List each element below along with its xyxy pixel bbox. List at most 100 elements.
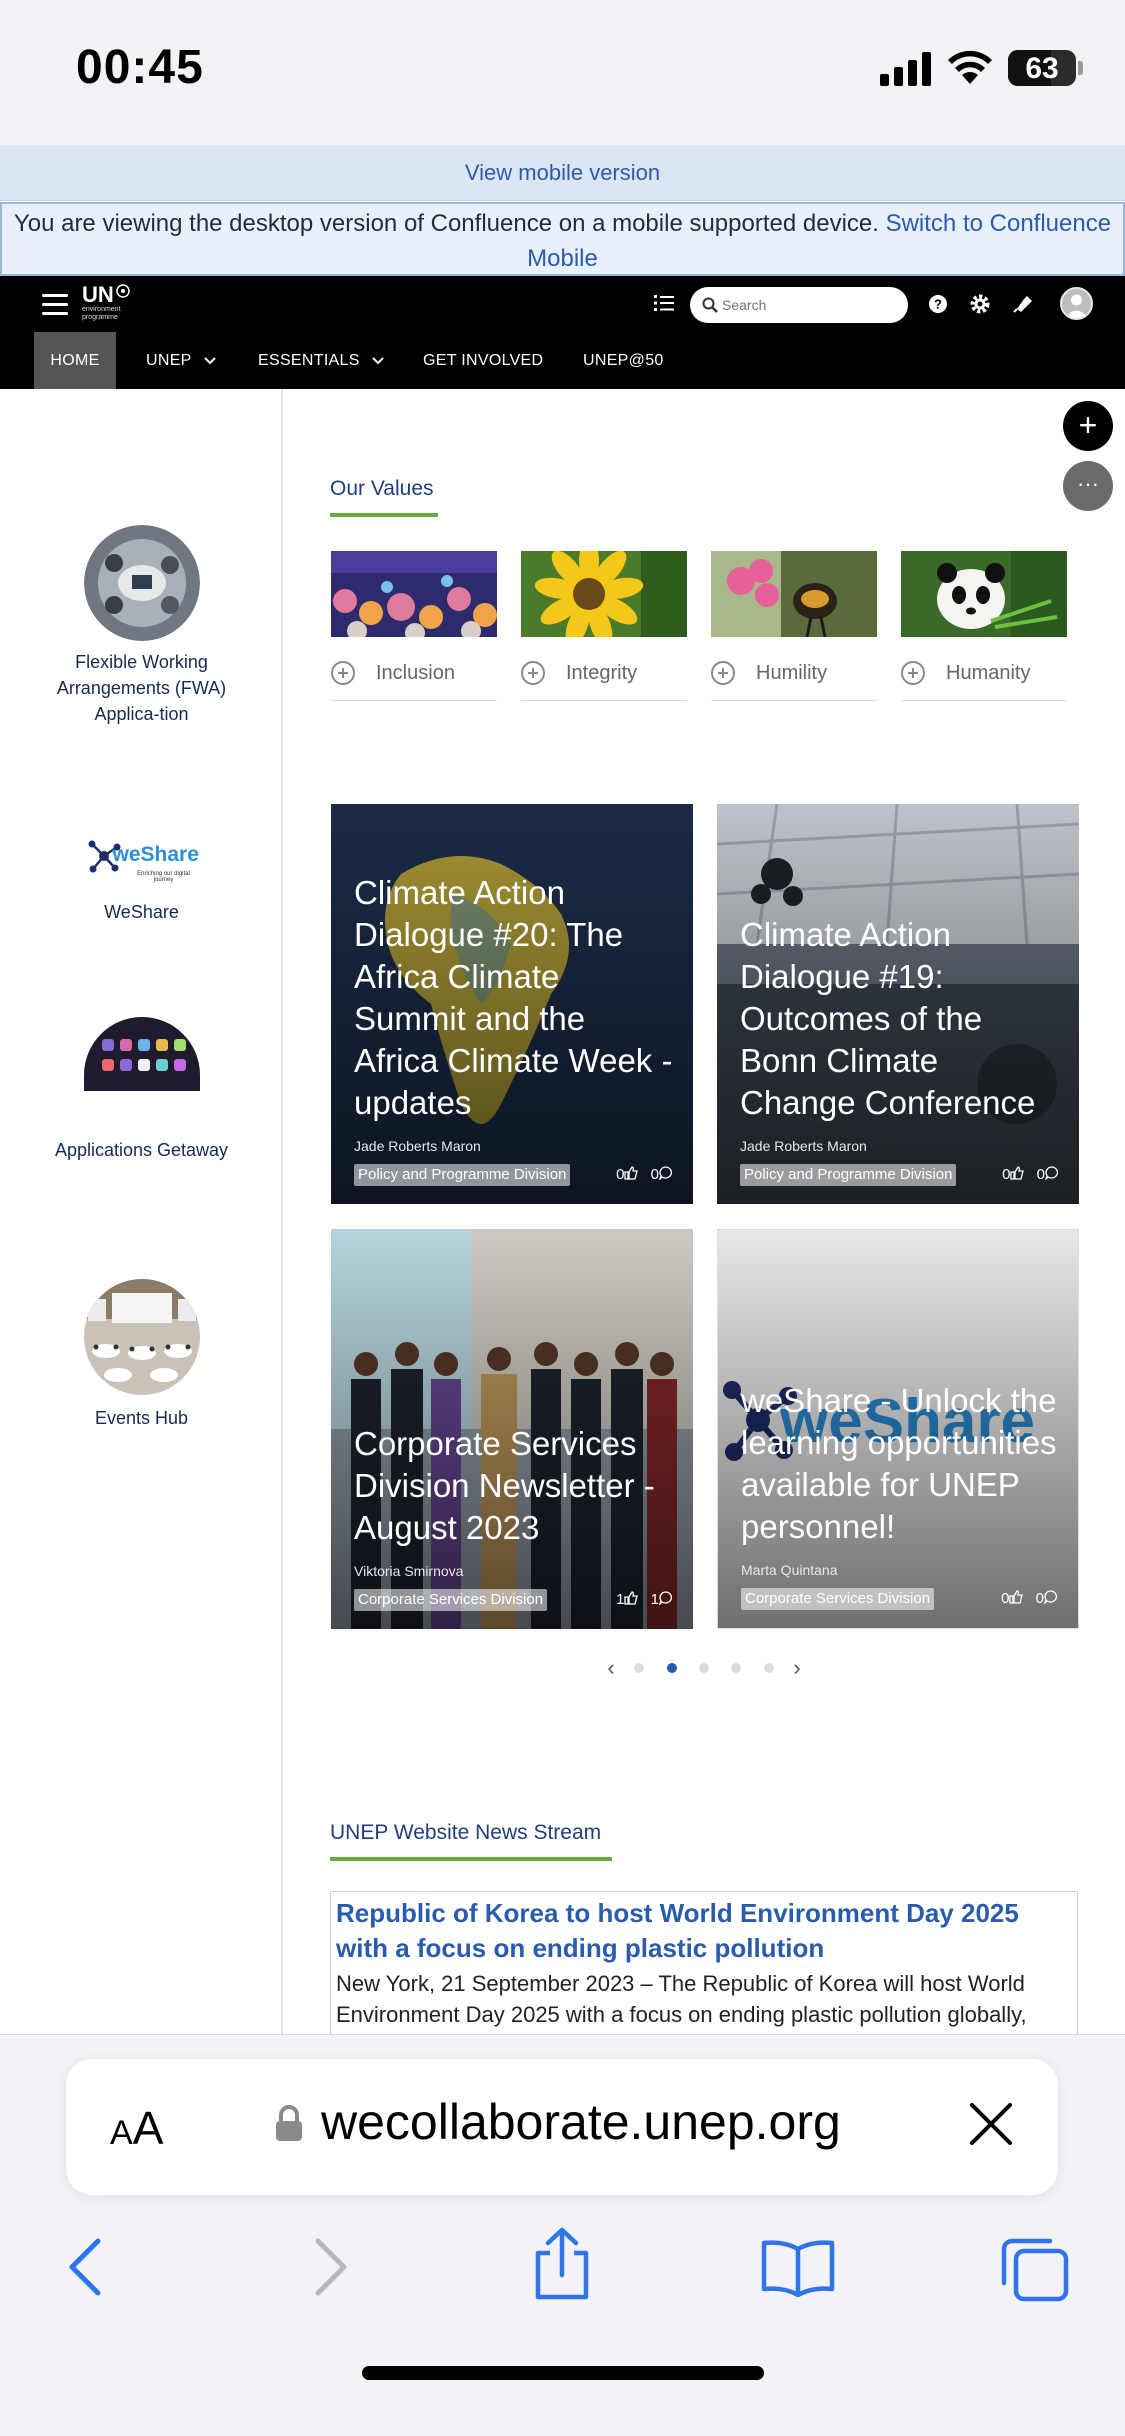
value-image-humanity[interactable]: [901, 551, 1067, 637]
card-author: Viktoria Smirnova: [354, 1563, 464, 1579]
carousel-dot[interactable]: [763, 1663, 774, 1673]
card-stats: 1 1: [608, 1589, 673, 1611]
card-title: weShare - Unlock the learning opportunit…: [741, 1382, 1057, 1545]
carousel-dot[interactable]: [699, 1663, 709, 1673]
sidebar-item-weshare[interactable]: weShare Enriching our digital journey We…: [0, 839, 283, 925]
fwa-thumbnail: [83, 525, 200, 641]
thumbs-up-icon: [1009, 1590, 1024, 1604]
reader-settings-button[interactable]: AA: [110, 2101, 163, 2155]
value-humanity[interactable]: Humanity: [901, 661, 1067, 701]
value-integrity[interactable]: Integrity: [521, 661, 687, 701]
card-author: Jade Roberts Maron: [740, 1138, 867, 1154]
comment-icon: [1043, 1590, 1057, 1606]
help-icon[interactable]: ?: [924, 290, 952, 318]
search-input[interactable]: [722, 293, 892, 317]
address-bar[interactable]: AA wecollaborate.unep.org: [66, 2059, 1058, 2195]
search-icon: [702, 297, 718, 313]
svg-text:?: ?: [934, 297, 942, 312]
avatar[interactable]: [1060, 287, 1093, 320]
sidebar-label-fwa: Flexible Working Arrangements (FWA) Appl…: [56, 652, 227, 724]
plus-circle-icon: [711, 661, 735, 685]
value-inclusion[interactable]: Inclusion: [331, 661, 497, 701]
news-card-cad19[interactable]: Climate Action Dialogue #19: Outcomes of…: [717, 804, 1079, 1204]
bookmarks-icon[interactable]: [760, 2239, 836, 2297]
card-tag[interactable]: Corporate Services Division: [354, 1589, 548, 1611]
thumbs-up-icon: [624, 1166, 639, 1180]
sidebar-item-fwa[interactable]: Flexible Working Arrangements (FWA) Appl…: [0, 525, 283, 727]
news-card-weshare[interactable]: weShare weShare - Unlock the learning op…: [717, 1229, 1079, 1629]
card-title: Climate Action Dialogue #20: The Africa …: [354, 874, 673, 1121]
clock: 00:45: [76, 41, 204, 94]
carousel-pager: ‹ ›: [283, 1655, 1125, 1681]
carousel-next-arrow[interactable]: ›: [793, 1655, 800, 1681]
search-box[interactable]: [690, 287, 908, 323]
value-image-inclusion[interactable]: [331, 551, 497, 637]
card-stats: 0 0: [994, 1164, 1059, 1186]
view-mobile-version-link[interactable]: View mobile version: [0, 145, 1125, 201]
url-text[interactable]: wecollaborate.unep.org: [321, 2093, 841, 2151]
value-label-inclusion: Inclusion: [376, 662, 455, 684]
plus-circle-icon: [901, 661, 925, 685]
thumbs-up-icon: [624, 1591, 639, 1605]
news-body: New York, 21 September 2023 – The Republ…: [336, 1971, 1027, 2027]
news-card-cad20[interactable]: Climate Action Dialogue #20: The Africa …: [331, 804, 693, 1204]
news-headline-link[interactable]: Republic of Korea to host World Environm…: [336, 1896, 1072, 1966]
sidebar-label-weshare: WeShare: [104, 902, 179, 922]
sidebar-item-applications[interactable]: Applications Getaway: [0, 1017, 283, 1163]
comment-icon: [658, 1591, 672, 1607]
value-humility[interactable]: Humility: [711, 661, 877, 701]
carousel-dot[interactable]: [731, 1663, 742, 1673]
value-image-integrity[interactable]: [521, 551, 687, 637]
weshare-logo-text: weShare: [112, 843, 199, 866]
cellular-signal-icon: [880, 52, 931, 86]
gear-icon[interactable]: [966, 290, 994, 318]
card-stats: 0 0: [993, 1588, 1058, 1610]
plus-circle-icon: [521, 661, 545, 685]
site-header: UN environment programme ? HOME UNEP: [0, 276, 1125, 389]
news-card-csd-newsletter[interactable]: Corporate Services Division Newsletter -…: [331, 1229, 693, 1629]
notifications-icon[interactable]: [1008, 290, 1036, 318]
chevron-down-icon: [204, 357, 216, 365]
tab-get-involved[interactable]: GET INVOLVED: [423, 332, 543, 389]
tab-unep[interactable]: UNEP: [146, 332, 216, 389]
add-button[interactable]: +: [1063, 401, 1113, 451]
tab-essentials[interactable]: ESSENTIALS: [258, 332, 385, 389]
card-tag[interactable]: Policy and Programme Division: [354, 1164, 571, 1186]
plus-circle-icon: [331, 661, 355, 685]
list-icon[interactable]: [654, 293, 674, 313]
desktop-version-notice: You are viewing the desktop version of C…: [0, 202, 1125, 276]
card-tag[interactable]: Corporate Services Division: [741, 1588, 935, 1610]
share-icon[interactable]: [530, 2227, 594, 2301]
value-label-integrity: Integrity: [566, 662, 638, 684]
thumbs-up-icon: [1010, 1166, 1025, 1180]
aa-big: A: [132, 2102, 164, 2154]
tab-unep-label: UNEP: [146, 352, 192, 369]
back-arrow-icon[interactable]: [66, 2237, 106, 2297]
desktop-notice-text: You are viewing the desktop version of C…: [13, 210, 879, 237]
our-values-title: Our Values: [330, 477, 434, 500]
tab-unep50[interactable]: UNEP@50: [583, 332, 664, 389]
comment-count: 1: [650, 1591, 659, 1608]
card-stats: 0 0: [608, 1164, 673, 1186]
aa-small: A: [110, 2114, 133, 2152]
close-icon[interactable]: [968, 2101, 1014, 2147]
card-tag[interactable]: Policy and Programme Division: [740, 1164, 957, 1186]
tab-home[interactable]: HOME: [34, 332, 116, 389]
forward-arrow-icon[interactable]: [310, 2237, 350, 2297]
carousel-dot-active[interactable]: [666, 1663, 677, 1673]
more-options-button[interactable]: ···: [1063, 461, 1113, 511]
news-item: Republic of Korea to host World Environm…: [330, 1891, 1078, 2034]
menu-icon[interactable]: [42, 294, 68, 316]
wifi-icon: [948, 50, 992, 84]
lock-icon: [276, 2105, 302, 2141]
carousel-prev-arrow[interactable]: ‹: [607, 1655, 614, 1681]
un-emblem-icon: [116, 284, 130, 298]
value-image-humility[interactable]: [711, 551, 877, 637]
unep-logo[interactable]: UN environment programme: [82, 284, 132, 322]
card-title: Climate Action Dialogue #19: Outcomes of…: [740, 916, 1036, 1121]
value-label-humanity: Humanity: [946, 662, 1031, 684]
carousel-dot[interactable]: [634, 1663, 645, 1673]
comment-count: 0: [650, 1166, 659, 1183]
sidebar-item-events-hub[interactable]: Events Hub: [0, 1279, 283, 1431]
tabs-icon[interactable]: [998, 2235, 1070, 2303]
